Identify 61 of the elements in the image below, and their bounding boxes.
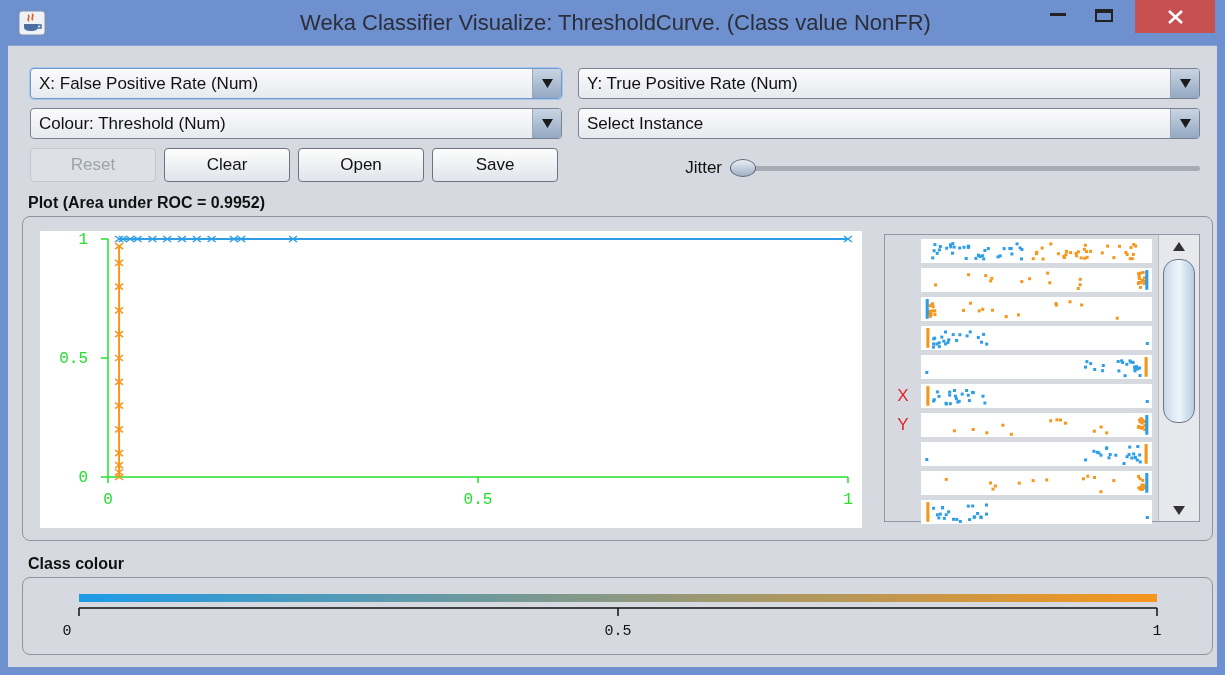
minimize-icon[interactable] xyxy=(1050,13,1066,17)
tick-label: 1 xyxy=(78,231,88,249)
section-title: Class colour xyxy=(28,555,126,573)
scatter-thumbnail[interactable] xyxy=(921,355,1152,379)
open-button[interactable]: Open xyxy=(298,148,424,182)
scatter-thumbnail[interactable] xyxy=(921,500,1152,524)
data-point xyxy=(114,282,124,291)
scroll-up-icon[interactable] xyxy=(1173,241,1185,251)
tick-label: 0 xyxy=(62,623,72,640)
caret-icon xyxy=(1179,79,1191,88)
scatter-thumbnail[interactable] xyxy=(921,268,1152,292)
data-point xyxy=(147,235,158,243)
scatter-thumbnail[interactable] xyxy=(921,471,1152,495)
window-title: Weka Classifier Visualize: ThresholdCurve. (Class value NonFR) xyxy=(299,9,932,36)
dropdown[interactable]: Colour: Threshold (Num) xyxy=(30,108,562,139)
jitter-label: Jitter xyxy=(685,158,722,178)
caret-icon xyxy=(541,79,553,88)
scatter-thumbnail[interactable] xyxy=(921,326,1152,350)
tick-label: 0 xyxy=(78,469,88,487)
tick-label: 0.5 xyxy=(59,350,88,368)
data-point xyxy=(177,235,187,243)
scroll-down-icon[interactable] xyxy=(1173,505,1185,515)
data-point xyxy=(114,354,124,362)
dropdown[interactable]: X: False Positive Rate (Num) xyxy=(30,68,562,99)
scroll-thumb[interactable] xyxy=(1163,259,1195,423)
data-point xyxy=(114,449,124,457)
tick-label: 0 xyxy=(103,491,113,509)
axis-marker: Y xyxy=(896,415,910,435)
data-point xyxy=(114,425,124,434)
data-point xyxy=(162,235,172,243)
data-point xyxy=(206,235,217,243)
scatter-thumbnail[interactable] xyxy=(921,239,1152,263)
axis-marker: X xyxy=(896,386,910,406)
caret-icon xyxy=(1179,119,1191,128)
caret-icon xyxy=(541,119,553,128)
data-point xyxy=(114,401,124,410)
data-point xyxy=(114,378,124,386)
tick-label: 0.5 xyxy=(463,491,493,509)
scatter-thumbnail[interactable] xyxy=(921,413,1152,437)
slider-thumb[interactable] xyxy=(730,159,756,177)
scatter-thumbnail[interactable] xyxy=(921,442,1152,466)
scatter-thumbnail[interactable] xyxy=(921,297,1152,321)
data-point xyxy=(288,235,298,243)
clear-button[interactable]: Clear xyxy=(164,148,290,182)
data-point xyxy=(843,235,853,243)
tick-label: 1 xyxy=(1152,623,1162,640)
data-point xyxy=(114,330,124,338)
tick-label: 0.5 xyxy=(604,623,632,640)
scatter-thumbnail[interactable] xyxy=(921,384,1152,408)
dropdown[interactable]: Y: True Positive Rate (Num) xyxy=(578,68,1200,99)
data-point xyxy=(114,306,124,315)
plot-title: Plot (Area under ROC = 0.9952) xyxy=(28,194,266,212)
tick-label: 1 xyxy=(843,491,853,509)
scrollbar[interactable] xyxy=(1158,235,1199,521)
dropdown[interactable]: Select Instance xyxy=(578,108,1200,139)
data-point xyxy=(192,235,202,243)
save-button[interactable]: Save xyxy=(432,148,558,182)
maximize-icon[interactable] xyxy=(1095,8,1113,22)
close-icon[interactable] xyxy=(1167,9,1183,24)
data-point xyxy=(114,259,124,267)
coffee-cup-icon xyxy=(18,9,46,36)
